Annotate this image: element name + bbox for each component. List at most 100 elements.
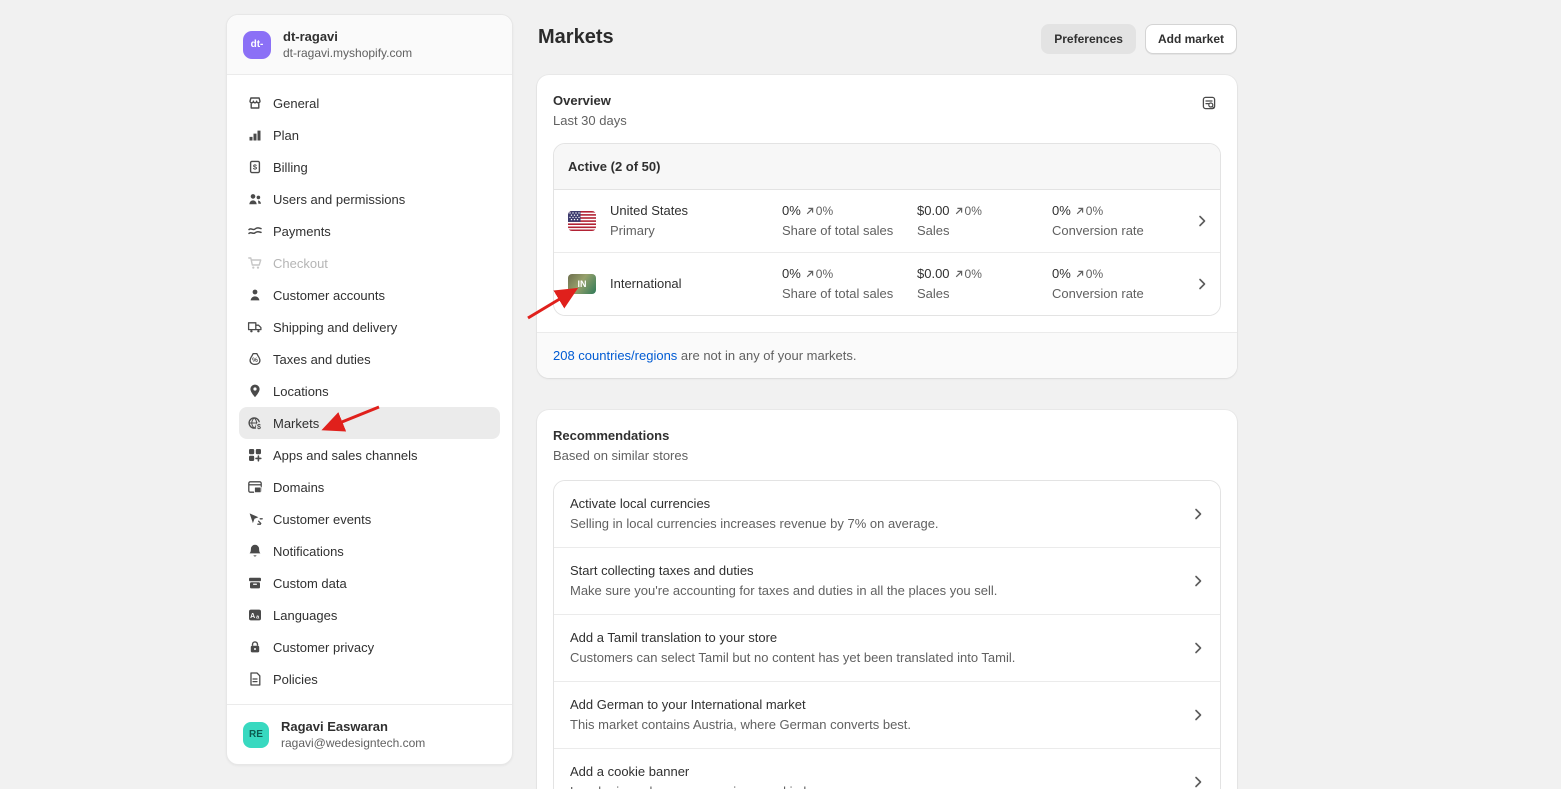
sidebar-item-notifications[interactable]: Notifications [239,535,500,567]
sidebar-item-customer-events[interactable]: Customer events [239,503,500,535]
sidebar-item-label: Markets [273,416,319,431]
stat-conversion: 0% 0% Conversion rate [1052,201,1194,241]
recommendations-list: Activate local currencies Selling in loc… [553,480,1221,789]
user-name: Ragavi Easwaran [281,718,425,735]
add-market-button[interactable]: Add market [1145,24,1237,54]
market-row-united-states[interactable]: United States Primary 0% 0% Share of tot… [554,190,1220,252]
sidebar-item-policies[interactable]: Policies [239,663,500,695]
billing-receipt-icon: $ [247,159,263,175]
browser-window-icon [247,479,263,495]
countries-regions-link[interactable]: 208 countries/regions [553,348,677,363]
recommendations-card: Recommendations Based on similar stores … [537,410,1237,789]
chevron-right-icon [1190,640,1206,656]
sidebar-item-label: Shipping and delivery [273,320,397,335]
recommendation-cookie-banner[interactable]: Add a cookie banner Local privacy laws m… [554,748,1220,789]
bell-icon [247,543,263,559]
chevron-right-icon [1190,707,1206,723]
header-actions: Preferences Add market [1041,24,1237,54]
chevron-right-icon[interactable] [1194,276,1210,292]
trend-up-icon [1075,269,1085,279]
sidebar-item-domains[interactable]: Domains [239,471,500,503]
stat-sales: $0.00 0% Sales [917,201,1052,241]
trend-up-icon [954,269,964,279]
svg-text:$: $ [257,424,261,431]
preferences-button[interactable]: Preferences [1041,24,1136,54]
sidebar-item-label: Notifications [273,544,344,559]
trend-up-icon [1075,206,1085,216]
user-profile[interactable]: RE Ragavi Easwaran ragavi@wedesigntech.c… [227,704,512,764]
sidebar-item-customer-accounts[interactable]: Customer accounts [239,279,500,311]
search-list-icon[interactable] [1197,91,1221,115]
sidebar-item-label: Taxes and duties [273,352,371,367]
svg-text:%: % [252,357,258,364]
cursor-spark-icon [247,511,263,527]
store-domain: dt-ragavi.myshopify.com [283,45,412,61]
overview-title: Overview [553,91,1221,111]
sidebar-item-taxes-and-duties[interactable]: % Taxes and duties [239,343,500,375]
chevron-right-icon [1190,774,1206,789]
store-icon [247,95,263,111]
store-name: dt-ragavi [283,28,412,45]
plan-chart-icon [247,127,263,143]
map-pin-icon [247,383,263,399]
trend-up-icon [805,206,815,216]
sidebar-item-label: Policies [273,672,318,687]
person-icon [247,287,263,303]
document-icon [247,671,263,687]
sidebar-item-checkout: Checkout [239,247,500,279]
sidebar-item-label: Locations [273,384,329,399]
store-header[interactable]: dt- dt-ragavi dt-ragavi.myshopify.com [227,15,512,75]
chevron-right-icon[interactable] [1194,213,1210,229]
translate-icon: Aa [247,607,263,623]
sidebar-item-label: Customer accounts [273,288,385,303]
sidebar-item-markets[interactable]: $ Markets [239,407,500,439]
payments-icon [247,223,263,239]
overview-footer: 208 countries/regions are not in any of … [537,332,1237,378]
sidebar-item-label: Billing [273,160,308,175]
svg-text:A: A [250,613,255,620]
sidebar-item-apps-and-sales-channels[interactable]: Apps and sales channels [239,439,500,471]
cart-icon [247,255,263,271]
recommendations-subtitle: Based on similar stores [553,446,1221,466]
market-row-international[interactable]: IN International 0% 0% Share of total sa… [554,252,1220,315]
stat-share: 0% 0% Share of total sales [782,264,917,304]
overview-card: Overview Last 30 days Active (2 of 50) [537,75,1237,378]
market-name: United States [610,201,782,221]
sidebar-item-label: Apps and sales channels [273,448,418,463]
sidebar-item-languages[interactable]: Aa Languages [239,599,500,631]
money-bag-icon: % [247,351,263,367]
sidebar-item-payments[interactable]: Payments [239,215,500,247]
truck-icon [247,319,263,335]
sidebar-item-label: Custom data [273,576,347,591]
settings-sidebar: dt- dt-ragavi dt-ragavi.myshopify.com Ge… [226,14,513,765]
user-avatar: RE [243,722,269,748]
sidebar-item-plan[interactable]: Plan [239,119,500,151]
sidebar-item-users-and-permissions[interactable]: Users and permissions [239,183,500,215]
recommendation-tamil-translation[interactable]: Add a Tamil translation to your store Cu… [554,614,1220,681]
sidebar-item-label: Payments [273,224,331,239]
stat-share: 0% 0% Share of total sales [782,201,917,241]
chevron-right-icon [1190,573,1206,589]
users-icon [247,191,263,207]
trend-up-icon [954,206,964,216]
sidebar-item-general[interactable]: General [239,87,500,119]
globe-dollar-icon: $ [247,415,263,431]
sidebar-item-shipping-and-delivery[interactable]: Shipping and delivery [239,311,500,343]
sidebar-item-label: Users and permissions [273,192,405,207]
recommendation-add-german[interactable]: Add German to your International market … [554,681,1220,748]
sidebar-item-label: Checkout [273,256,328,271]
chevron-right-icon [1190,506,1206,522]
overview-subtitle: Last 30 days [553,111,1221,131]
sidebar-item-label: Domains [273,480,324,495]
sidebar-item-billing[interactable]: $ Billing [239,151,500,183]
sidebar-item-locations[interactable]: Locations [239,375,500,407]
sidebar-item-custom-data[interactable]: Custom data [239,567,500,599]
stat-sales: $0.00 0% Sales [917,264,1052,304]
market-name: International [610,274,782,294]
sidebar-item-label: Customer privacy [273,640,374,655]
sidebar-item-customer-privacy[interactable]: Customer privacy [239,631,500,663]
recommendation-activate-local-currencies[interactable]: Activate local currencies Selling in loc… [554,481,1220,547]
recommendation-taxes-and-duties[interactable]: Start collecting taxes and duties Make s… [554,547,1220,614]
active-markets-header: Active (2 of 50) [554,144,1220,190]
international-market-icon: IN [568,274,596,294]
